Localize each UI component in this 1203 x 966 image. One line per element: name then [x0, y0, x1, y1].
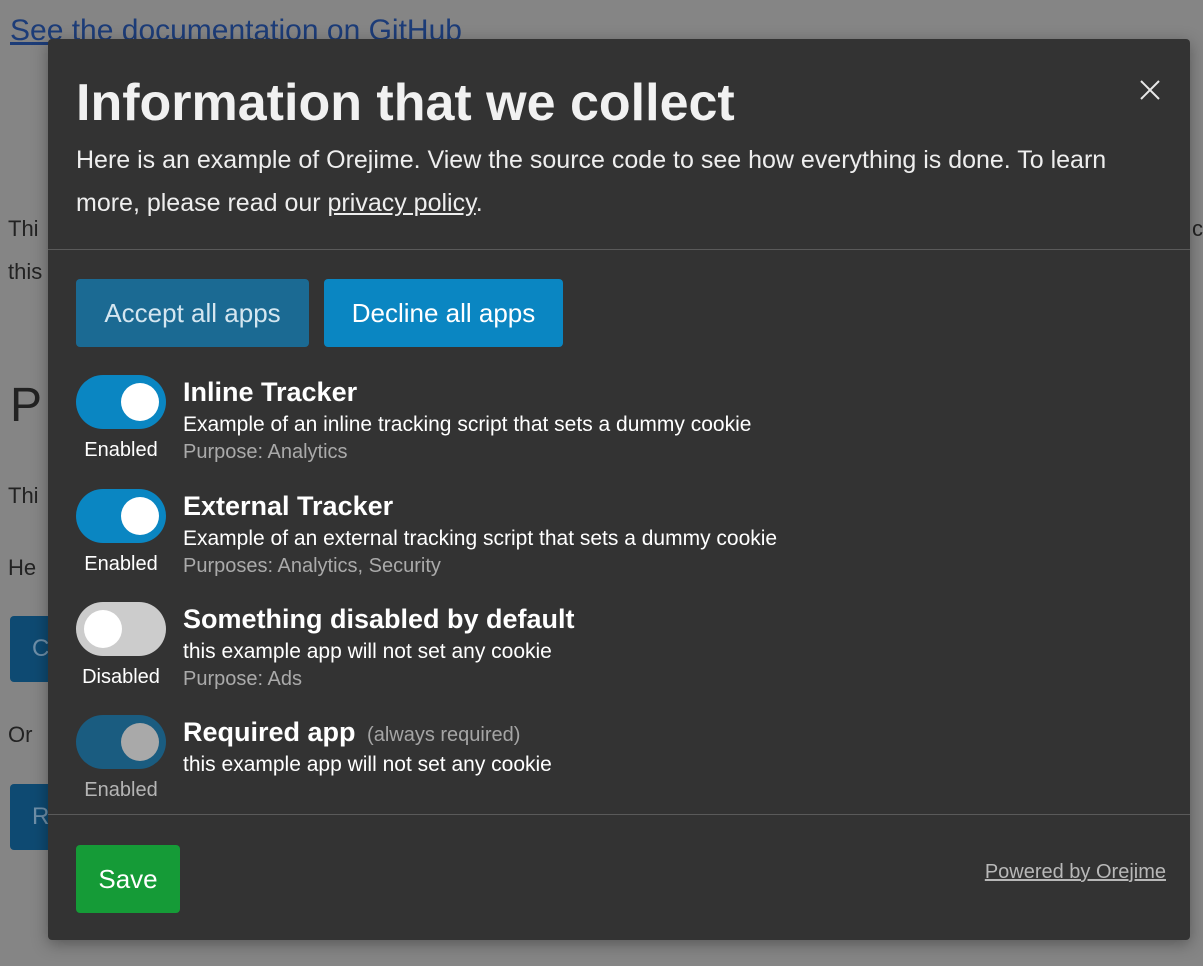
consent-modal: Information that we collect Here is an e… — [48, 39, 1190, 940]
app-title: Something disabled by default — [183, 604, 575, 634]
bg-heading-fragment: P — [10, 379, 43, 432]
app-description: this example app will not set any cookie — [183, 753, 552, 776]
app-purpose: Purpose: Ads — [183, 668, 302, 690]
app-toggle-locked — [76, 715, 166, 769]
toggle-knob — [84, 610, 122, 648]
modal-header: Information that we collect Here is an e… — [48, 39, 1190, 250]
app-toggle[interactable] — [76, 489, 166, 543]
required-note: (always required) — [367, 724, 521, 746]
modal-footer: Save Powered by Orejime — [48, 814, 1190, 941]
save-button[interactable]: Save — [76, 845, 180, 913]
app-title-text: Required app — [183, 717, 356, 747]
app-title: Inline Tracker — [183, 377, 358, 407]
bg-text-fragment: Thi — [8, 483, 39, 508]
toggle-state-label: Disabled — [82, 666, 160, 688]
app-item-required: Enabled Required app (always required) t… — [76, 715, 1156, 815]
app-title: External Tracker — [183, 491, 394, 521]
description-suffix: . — [475, 189, 483, 217]
bg-text-fragment: this — [8, 259, 43, 284]
app-item-disabled-by-default: Disabled Something disabled by default t… — [76, 602, 1156, 702]
modal-description: Here is an example of Orejime. View the … — [76, 139, 1116, 225]
toggle-state-label: Enabled — [84, 439, 158, 461]
bg-text-fragment: c — [1192, 216, 1203, 241]
app-item-external-tracker: Enabled External Tracker Example of an e… — [76, 489, 1156, 589]
toggle-state-label: Enabled — [84, 779, 158, 801]
close-icon — [1140, 80, 1160, 100]
decline-all-button[interactable]: Decline all apps — [324, 279, 563, 347]
description-text: Here is an example of Orejime. View the … — [76, 146, 1107, 217]
privacy-policy-link[interactable]: privacy policy — [328, 189, 476, 217]
app-toggle[interactable] — [76, 602, 166, 656]
toggle-knob — [121, 383, 159, 421]
close-button[interactable] — [1135, 75, 1165, 105]
app-title: Required app (always required) — [183, 717, 520, 748]
modal-title: Information that we collect — [76, 74, 735, 132]
app-description: this example app will not set any cookie — [183, 640, 552, 663]
app-purpose: Purpose: Analytics — [183, 441, 348, 463]
app-description: Example of an external tracking script t… — [183, 527, 778, 550]
bg-text-fragment: He — [8, 555, 37, 580]
bg-text-fragment: Thi — [8, 216, 39, 241]
toggle-knob — [121, 497, 159, 535]
app-purpose: Purposes: Analytics, Security — [183, 555, 441, 577]
powered-by-link[interactable]: Powered by Orejime — [985, 861, 1166, 884]
toggle-state-label: Enabled — [84, 553, 158, 575]
app-toggle[interactable] — [76, 375, 166, 429]
toggle-knob — [121, 723, 159, 761]
app-item-inline-tracker: Enabled Inline Tracker Example of an inl… — [76, 375, 1156, 475]
app-description: Example of an inline tracking script tha… — [183, 413, 752, 436]
accept-all-button[interactable]: Accept all apps — [76, 279, 309, 347]
bg-text-fragment: Or — [8, 722, 33, 747]
